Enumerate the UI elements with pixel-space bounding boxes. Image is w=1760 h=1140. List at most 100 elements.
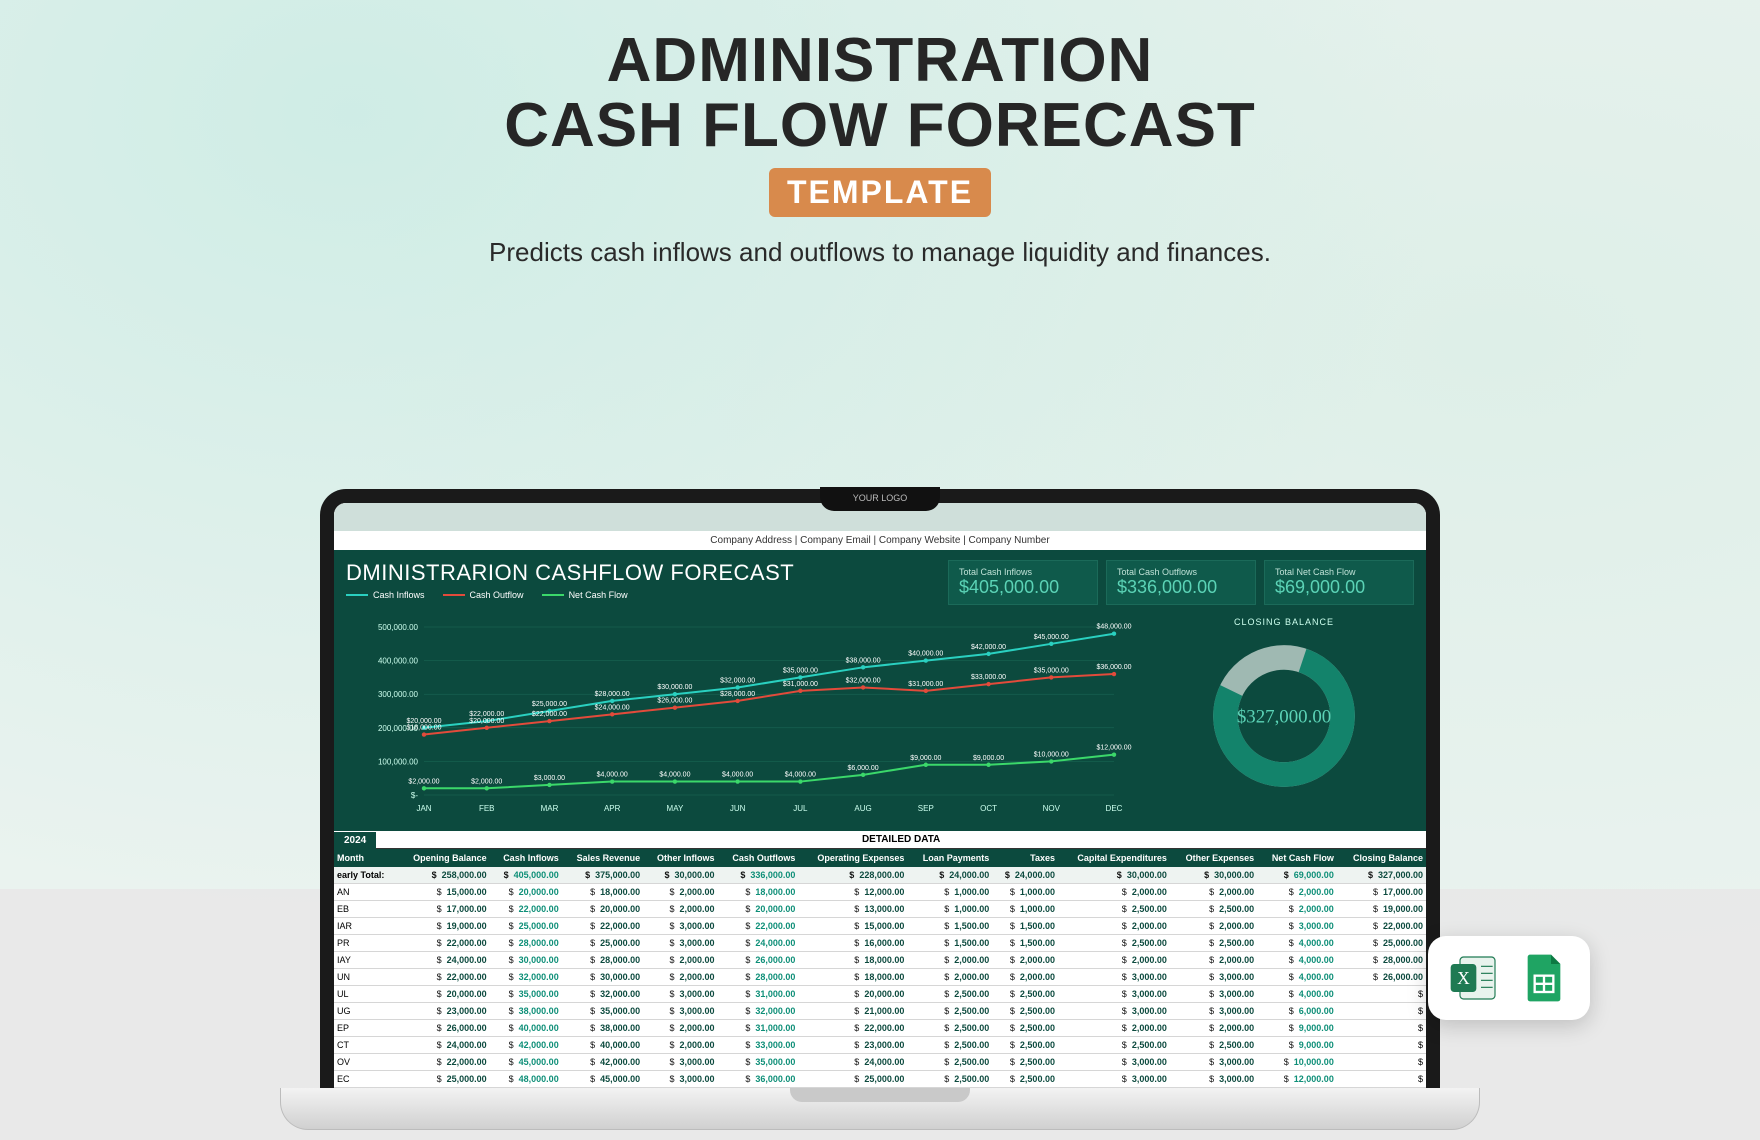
table-cell: $ 18,000.00 [798, 952, 907, 969]
table-cell: $ 22,000.00 [397, 935, 490, 952]
table-row: UG$ 23,000.00$ 38,000.00$ 35,000.00$ 3,0… [334, 1003, 1426, 1020]
table-cell: $ 2,500.00 [992, 1020, 1058, 1037]
table-header: Loan Payments [907, 849, 992, 867]
svg-text:$18,000.00: $18,000.00 [406, 725, 441, 732]
table-header: Cash Inflows [490, 849, 562, 867]
table-cell: $ [1337, 1020, 1426, 1037]
table-cell: $ 2,000.00 [1058, 918, 1170, 935]
table-cell: $ 2,500.00 [907, 1071, 992, 1088]
table-row: UL$ 20,000.00$ 35,000.00$ 32,000.00 $ 3,0… [334, 986, 1426, 1003]
table-header: Operating Expenses [798, 849, 907, 867]
table-cell: $ 2,500.00 [1170, 1037, 1257, 1054]
table-cell: $ 28,000.00 [1337, 952, 1426, 969]
table-cell: $ 23,000.00 [798, 1037, 907, 1054]
table-row: IAR$ 19,000.00$ 25,000.00$ 22,000.00$ 3,… [334, 918, 1426, 935]
table-cell: $ 327,000.00 [1337, 867, 1426, 884]
table-cell: $ 26,000.00 [397, 1020, 490, 1037]
hero-line2: CASH FLOW FORECAST [0, 93, 1760, 158]
table-cell: $ 17,000.00 [1337, 884, 1426, 901]
table-cell: $ 28,000.00 [562, 952, 643, 969]
table-cell: AN [334, 884, 397, 901]
table-cell: $ 19,000.00 [1337, 901, 1426, 918]
table-cell: $ 18,000.00 [718, 884, 799, 901]
table-cell: $ 4,000.00 [1257, 952, 1337, 969]
table-cell: $ 25,000.00 [397, 1071, 490, 1088]
table-cell: $ 1,000.00 [907, 901, 992, 918]
table-cell: $ 2,500.00 [992, 986, 1058, 1003]
table-cell: $ 22,000.00 [562, 918, 643, 935]
table-row: IAY$ 24,000.00$ 30,000.00$ 28,000.00$ 2,… [334, 952, 1426, 969]
kpi-net: Total Net Cash Flow $69,000.00 [1264, 560, 1414, 605]
table-cell: $ 2,500.00 [992, 1071, 1058, 1088]
svg-text:$48,000.00: $48,000.00 [1096, 624, 1131, 631]
table-header: Closing Balance [1337, 849, 1426, 867]
svg-text:$45,000.00: $45,000.00 [1034, 634, 1069, 641]
table-cell: $ 20,000.00 [397, 986, 490, 1003]
table-cell: $ 30,000.00 [643, 867, 717, 884]
kpi-value: $336,000.00 [1117, 577, 1245, 598]
table-cell: $ 405,000.00 [490, 867, 562, 884]
svg-text:$32,000.00: $32,000.00 [720, 677, 755, 684]
table-cell: $ 35,000.00 [490, 986, 562, 1003]
table-cell: $ 3,000.00 [1058, 986, 1170, 1003]
table-cell: $ 9,000.00 [1257, 1020, 1337, 1037]
table-cell: $ 15,000.00 [397, 884, 490, 901]
table-cell: $ 3,000.00 [1058, 969, 1170, 986]
table-cell: $ 1,500.00 [907, 918, 992, 935]
laptop-notch: YOUR LOGO [820, 487, 940, 511]
table-cell: $ 42,000.00 [562, 1054, 643, 1071]
table-cell: $ 2,500.00 [907, 1054, 992, 1071]
table-cell: $ 28,000.00 [490, 935, 562, 952]
kpi-outflows: Total Cash Outflows $336,000.00 [1106, 560, 1256, 605]
table-cell: $ 1,000.00 [907, 884, 992, 901]
legend-outflow: Cash Outflow [470, 590, 524, 600]
table-cell: $ 2,000.00 [992, 952, 1058, 969]
table-header: Sales Revenue [562, 849, 643, 867]
table-cell: $ 32,000.00 [562, 986, 643, 1003]
table-cell: $ 35,000.00 [718, 1054, 799, 1071]
table-row: UN$ 22,000.00$ 32,000.00$ 30,000.00$ 2,0… [334, 969, 1426, 986]
table-cell: EC [334, 1071, 397, 1088]
table-cell: $ 30,000.00 [562, 969, 643, 986]
table-cell: $ 40,000.00 [490, 1020, 562, 1037]
table-cell: $ 31,000.00 [718, 986, 799, 1003]
svg-text:$22,000.00: $22,000.00 [532, 711, 567, 718]
table-cell: $ 38,000.00 [490, 1003, 562, 1020]
svg-text:APR: APR [604, 804, 621, 813]
table-cell: $ 2,500.00 [992, 1003, 1058, 1020]
table-cell: $ 24,000.00 [718, 935, 799, 952]
table-cell: $ [1337, 1003, 1426, 1020]
file-type-badges: X [1428, 936, 1590, 1020]
svg-text:JUN: JUN [730, 804, 746, 813]
svg-text:$31,000.00: $31,000.00 [783, 681, 818, 688]
svg-text:JAN: JAN [416, 804, 431, 813]
svg-text:$25,000.00: $25,000.00 [532, 701, 567, 708]
svg-text:DEC: DEC [1106, 804, 1123, 813]
svg-text:$26,000.00: $26,000.00 [657, 698, 692, 705]
table-cell: $ [1337, 1071, 1426, 1088]
table-cell: CT [334, 1037, 397, 1054]
table-cell: $ 4,000.00 [1257, 969, 1337, 986]
svg-text:300,000.00: 300,000.00 [378, 690, 419, 699]
table-cell: $ 3,000.00 [1170, 1003, 1257, 1020]
table-cell: UN [334, 969, 397, 986]
table-cell: $ 33,000.00 [718, 1037, 799, 1054]
table-row: OV$ 22,000.00$ 45,000.00$ 42,000.00$ 3,0… [334, 1054, 1426, 1071]
kpi-label: Total Cash Outflows [1117, 567, 1245, 577]
table-cell: $ [1337, 986, 1426, 1003]
table-row: early Total:$ 258,000.00$ 405,000.00$ 37… [334, 867, 1426, 884]
kpi-value: $405,000.00 [959, 577, 1087, 598]
svg-text:$20,000.00: $20,000.00 [469, 718, 504, 725]
kpi-cards: Total Cash Inflows $405,000.00 Total Cas… [948, 560, 1414, 605]
table-cell: $ 19,000.00 [397, 918, 490, 935]
svg-text:$28,000.00: $28,000.00 [595, 691, 630, 698]
table-cell: $ 3,000.00 [1170, 1071, 1257, 1088]
hero-title: ADMINISTRATION CASH FLOW FORECAST [0, 28, 1760, 158]
table-cell: UL [334, 986, 397, 1003]
table-cell: $ 1,500.00 [992, 935, 1058, 952]
table-cell: $ 42,000.00 [490, 1037, 562, 1054]
table-cell: $ 24,000.00 [397, 952, 490, 969]
table-cell: $ 22,000.00 [718, 918, 799, 935]
svg-text:$9,000.00: $9,000.00 [973, 755, 1004, 762]
table-cell: $ 25,000.00 [1337, 935, 1426, 952]
